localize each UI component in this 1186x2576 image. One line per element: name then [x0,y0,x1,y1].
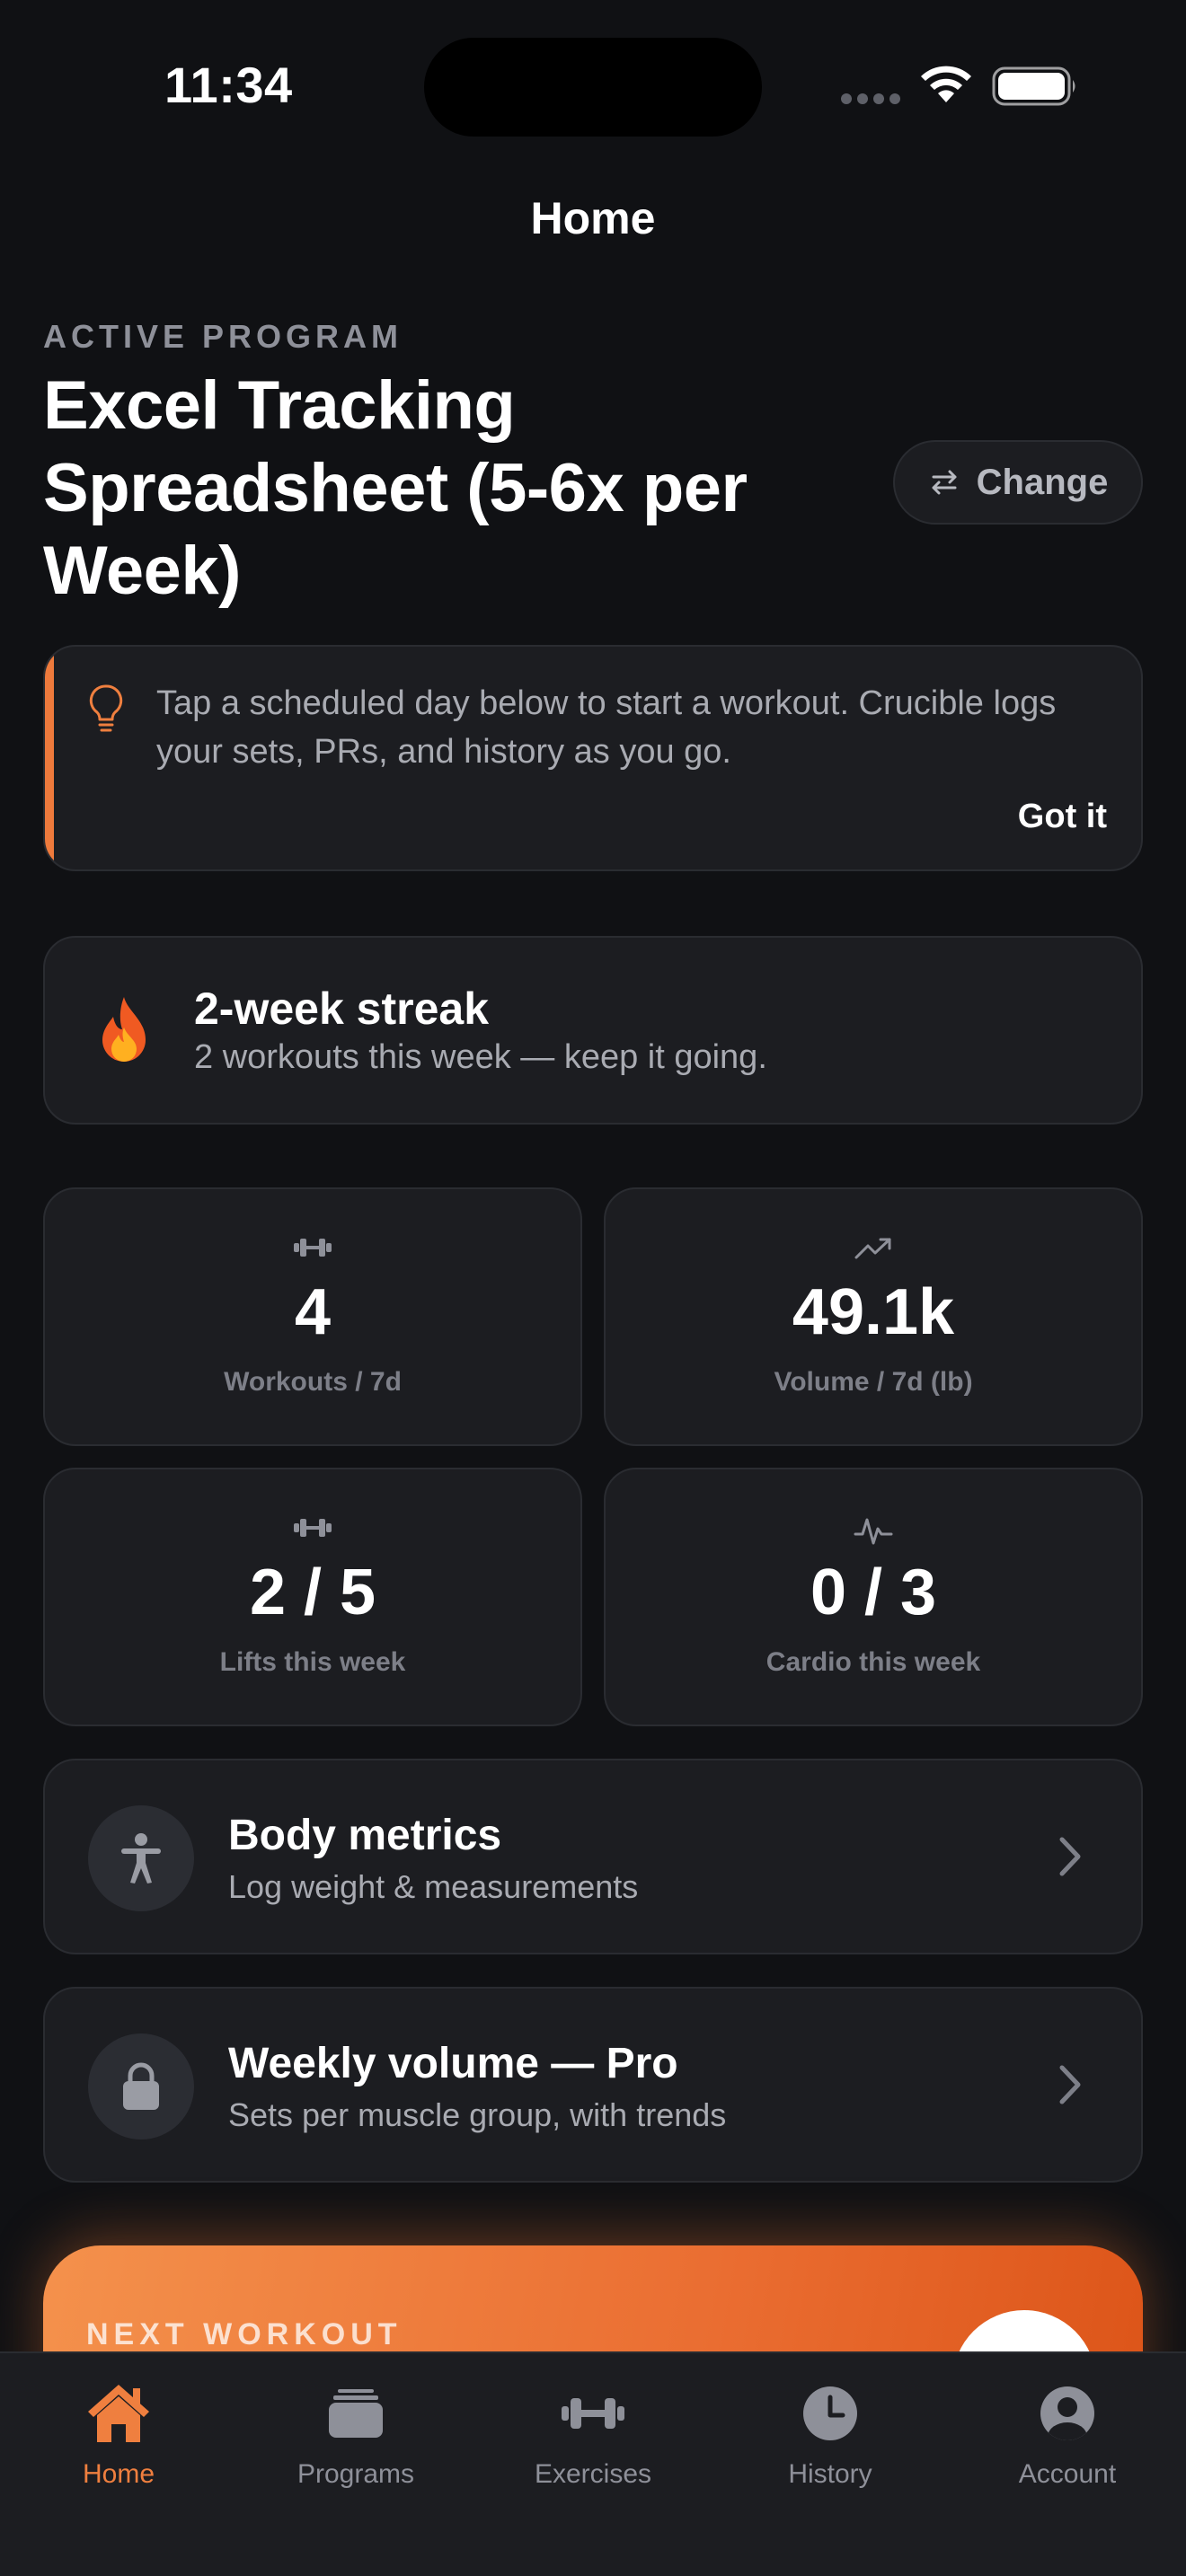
tip-accent-bar [45,647,54,869]
row-subtitle: Sets per muscle group, with trends [228,2096,727,2133]
stat-label: Volume / 7d (lb) [774,1367,973,1397]
row-icon-circle [88,2033,194,2139]
stat-value: 4 [294,1276,332,1348]
streak-subtitle: 2 workouts this week — keep it going. [194,1038,767,1076]
tab-label: History [788,2459,872,2489]
stat-card-volume: 49.1k Volume / 7d (lb) [604,1187,1143,1446]
house-icon [88,2385,149,2442]
tip-text: Tap a scheduled day below to start a wor… [156,684,1057,771]
lock-icon [123,2062,159,2110]
tab-label: Home [82,2459,155,2489]
tab-label: Programs [296,2459,415,2489]
row-icon-circle [88,1805,194,1911]
signal-dots-icon [841,93,900,104]
tab-bar: Home Programs Exercises History Account [0,2351,1186,2576]
stat-value: 49.1k [792,1276,955,1348]
change-button-label: Change [976,462,1109,502]
active-program-eyebrow: ACTIVE PROGRAM [43,318,403,355]
stat-card-workouts: 4 Workouts / 7d [43,1187,582,1446]
body-metrics-row[interactable]: Body metrics Log weight & measurements [43,1759,1143,1954]
battery-icon [992,66,1075,106]
status-time: 11:34 [164,57,293,113]
row-title: Weekly volume — Pro [228,2040,678,2087]
heartbeat-icon [854,1518,893,1545]
flame-icon [102,997,146,1062]
stat-label: Lifts this week [219,1647,406,1677]
tip-dismiss-button[interactable]: Got it [1018,798,1107,836]
weekly-volume-row[interactable]: Weekly volume — Pro Sets per muscle grou… [43,1987,1143,2183]
page-title: Home [530,193,656,243]
wifi-icon [921,66,971,102]
dumbbell-icon [562,2398,624,2429]
dumbbell-icon [294,1519,332,1537]
tab-exercises[interactable]: Exercises [474,2353,712,2524]
status-bar: 11:34 [0,0,1186,180]
stat-value: 2 / 5 [249,1557,376,1628]
dynamic-island [424,38,762,137]
person-circle-icon [1040,2386,1094,2440]
lightbulb-icon [89,684,123,732]
stat-value: 0 / 3 [810,1557,937,1628]
program-title: Excel Tracking Spreadsheet (5-6x per Wee… [43,367,748,609]
tab-label: Exercises [534,2459,652,2489]
clock-icon [803,2386,857,2440]
next-workout-label: NEXT WORKOUT [86,2317,403,2351]
person-icon [121,1833,161,1883]
dumbbell-icon [294,1239,332,1257]
streak-title: 2-week streak [194,984,490,1034]
chevron-right-icon [1059,1837,1081,1876]
tip-card: Tap a scheduled day below to start a wor… [43,645,1143,871]
tab-programs[interactable]: Programs [237,2353,474,2524]
row-title: Body metrics [228,1812,502,1859]
tab-home[interactable]: Home [0,2353,237,2524]
stat-label: Workouts / 7d [224,1367,402,1397]
trend-up-icon [854,1238,891,1259]
tab-label: Account [1018,2459,1117,2489]
change-program-button[interactable]: Change [893,440,1143,525]
streak-card: 2-week streak 2 workouts this week — kee… [43,936,1143,1125]
chevron-right-icon [1059,2065,1081,2104]
stat-card-cardio: 0 / 3 Cardio this week [604,1468,1143,1726]
tab-history[interactable]: History [712,2353,949,2524]
swap-icon [932,470,957,495]
row-subtitle: Log weight & measurements [228,1868,639,1905]
tab-account[interactable]: Account [949,2353,1186,2524]
stat-label: Cardio this week [766,1647,981,1677]
stat-card-lifts: 2 / 5 Lifts this week [43,1468,582,1726]
stack-icon [329,2389,383,2438]
